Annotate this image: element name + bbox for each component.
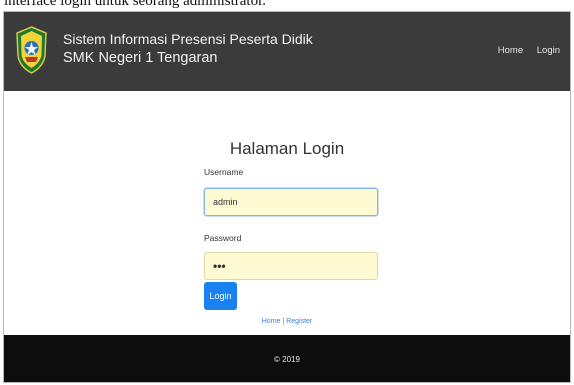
nav-login-link[interactable]: Login: [537, 45, 560, 56]
brand: Sistem Informasi Presensi Peserta Didik …: [63, 30, 313, 68]
username-label: Username: [204, 167, 244, 177]
copyright-text: © 2019: [274, 355, 300, 364]
register-link[interactable]: Register: [286, 318, 312, 325]
username-input[interactable]: admin: [204, 188, 378, 216]
login-button[interactable]: Login: [204, 282, 237, 310]
link-separator: |: [282, 318, 285, 325]
login-panel: Halaman Login Username admin Password ••…: [4, 91, 570, 335]
browser-window: Sistem Informasi Presensi Peserta Didik …: [3, 11, 571, 383]
page-title: Halaman Login: [229, 139, 345, 158]
form-links: Home | Register: [4, 318, 570, 325]
password-input[interactable]: •••: [204, 252, 378, 280]
nav-links: Home Login: [487, 45, 560, 56]
password-value: •••: [213, 259, 226, 273]
brand-title: Sistem Informasi Presensi Peserta Didik: [63, 31, 313, 47]
school-emblem-icon: [16, 26, 47, 74]
page-caption: interface login untuk seorang administra…: [4, 0, 267, 8]
footer: © 2019: [4, 335, 570, 382]
password-label: Password: [204, 233, 242, 243]
home-link[interactable]: Home: [262, 318, 281, 325]
brand-subtitle: SMK Negeri 1 Tengaran: [63, 50, 218, 66]
username-value: admin: [213, 197, 238, 207]
navbar: Sistem Informasi Presensi Peserta Didik …: [4, 12, 570, 91]
nav-home-link[interactable]: Home: [498, 45, 523, 56]
